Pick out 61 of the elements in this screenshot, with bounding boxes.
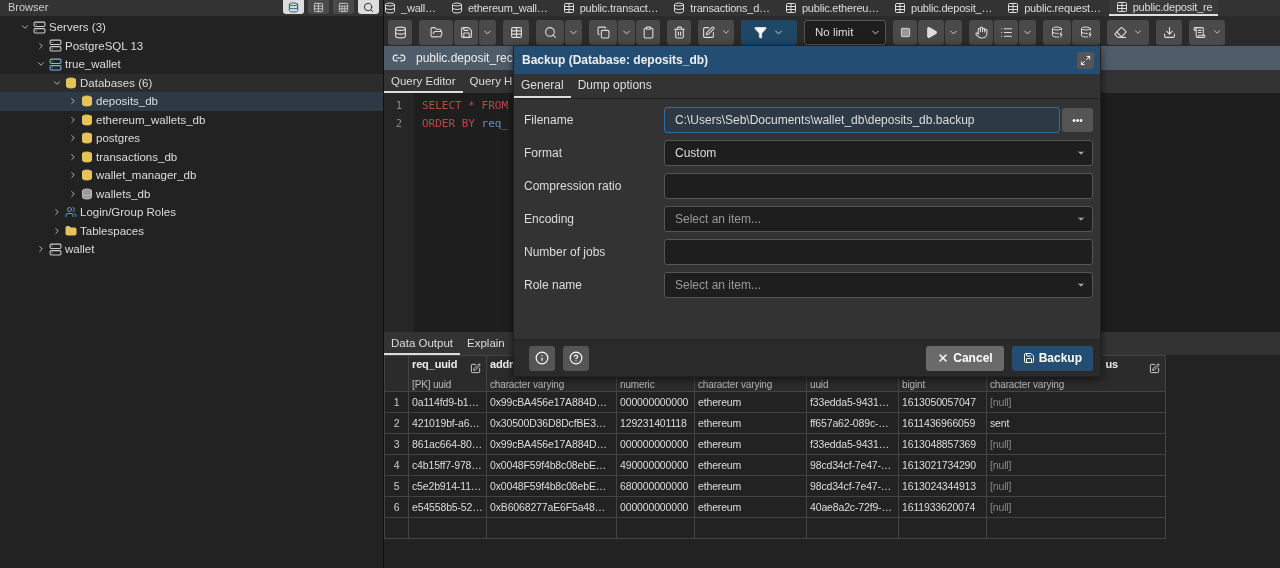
table-cell: ethereum [694, 391, 807, 413]
table-cell: 40ae8a2c-72f9-… [806, 496, 899, 518]
panel-title: Browser [8, 0, 49, 14]
field-label: Compression ratio [524, 179, 623, 193]
row-number: 1 [384, 391, 409, 413]
table-cell: 0x0048F59f4b8c08ebE… [486, 475, 617, 497]
table-cell: ethereum [694, 475, 807, 497]
row-number: 2 [384, 412, 409, 434]
table-cell: 98cd34cf-7e47-… [806, 454, 899, 476]
dialog-title: Backup (Database: deposits_db) [522, 53, 709, 67]
code-line: SELECT * FROM [422, 99, 509, 114]
table-cell: [null] [986, 433, 1166, 455]
table-cell: 490000000000 [616, 454, 695, 476]
table-cell: ff657a62-089c-… [806, 412, 899, 434]
table-cell: 000000000000 [616, 391, 695, 413]
table-cell: 1613048857369 [898, 433, 987, 455]
table-cell: 1611436966059 [898, 412, 987, 434]
table-cell: ethereum [694, 454, 807, 476]
row-number: 6 [384, 496, 409, 518]
line-number: 2 [395, 117, 403, 131]
table-cell: f33edda5-9431… [806, 391, 899, 413]
table-cell: [null] [986, 475, 1166, 497]
table-cell: 129231401118 [616, 412, 695, 434]
table-cell: ethereum [694, 496, 807, 518]
field-label: Filename [524, 113, 575, 127]
table-cell: 000000000000 [616, 433, 695, 455]
row-number: 4 [384, 454, 409, 476]
field-label: Role name [524, 278, 584, 292]
table-cell: ethereum [694, 412, 807, 434]
table-cell: c4b15ff7-978… [408, 454, 487, 476]
table-cell: 1613050057047 [898, 391, 987, 413]
table-cell: c5e2b914-11… [408, 475, 487, 497]
field-label: Format [524, 146, 563, 160]
table-cell: 0xB6068277aE6F5a48… [486, 496, 617, 518]
field-label: Encoding [524, 212, 576, 226]
table-cell: 0x99cBA456e17A884D… [486, 391, 617, 413]
table-cell: 1613024344913 [898, 475, 987, 497]
table-cell: 0x0048F59f4b8c08ebE… [486, 454, 617, 476]
table-cell: 000000000000 [616, 496, 695, 518]
table-cell: 421019bf-a6… [408, 412, 487, 434]
table-cell: 680000000000 [616, 475, 695, 497]
table-cell: 0x30500D36D8DcfBE3… [486, 412, 617, 434]
table-cell: 0x99cBA456e17A884D… [486, 433, 617, 455]
connection-label: public.deposit_rec [416, 51, 513, 65]
table-cell: 98cd34cf-7e47-… [806, 475, 899, 497]
field-label: Number of jobs [524, 245, 607, 259]
table-cell: ethereum [694, 433, 807, 455]
line-number: 1 [395, 99, 403, 113]
table-cell: 1613021734290 [898, 454, 987, 476]
table-cell: f33edda5-9431… [806, 433, 899, 455]
row-number: 3 [384, 433, 409, 455]
table-cell: e54558b5-52… [408, 496, 487, 518]
code-line: ORDER BY req_ [422, 117, 509, 132]
table-cell: [null] [986, 454, 1166, 476]
table-cell: [null] [986, 391, 1166, 413]
table-cell: 1611933620074 [898, 496, 987, 518]
table-cell: 861ac664-80… [408, 433, 487, 455]
table-cell: sent [986, 412, 1166, 434]
table-cell: 0a114fd9-b1… [408, 391, 487, 413]
table-cell: [null] [986, 496, 1166, 518]
row-number: 5 [384, 475, 409, 497]
